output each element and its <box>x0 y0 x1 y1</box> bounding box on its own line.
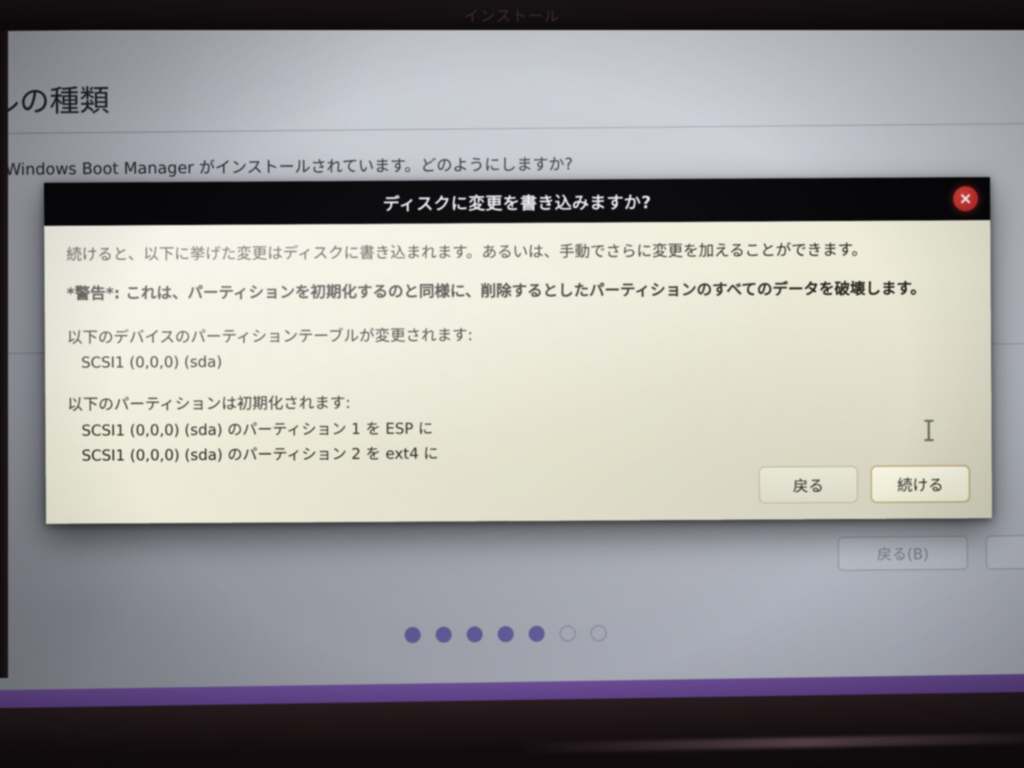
screen: ーールの種類 ーには Windows Boot Manager がインストールさ… <box>0 0 1024 768</box>
installer-lead-text: ーには Windows Boot Manager がインストールされています。ど… <box>0 154 574 180</box>
progress-dot <box>559 625 576 642</box>
text-cursor-icon <box>923 418 934 442</box>
dialog-back-button[interactable]: 戻る <box>758 465 858 504</box>
page-title: ーールの種類 <box>0 83 110 121</box>
dialog-continue-button[interactable]: 続ける <box>870 465 970 503</box>
screen-bezel-left <box>0 28 8 678</box>
progress-dot <box>590 625 607 642</box>
device-list-item: SCSI1 (0,0,0) (sda) <box>81 352 223 372</box>
progress-dot <box>528 625 545 642</box>
installer-next-button[interactable] <box>985 534 1024 570</box>
dialog-paragraph-intro: 続けると、以下に挙げた変更はディスクに書き込まれます。あるいは、手動でさらに変更… <box>66 240 868 264</box>
dialog-section-heading-device: 以下のデバイスのパーティションテーブルが変更されます: <box>66 325 473 347</box>
dialog-paragraph-warning: *警告*: これは、パーティションを初期化するのと同様に、削除するとしたパーティ… <box>66 279 926 304</box>
dialog-body: 続けると、以下に挙げた変更はディスクに書き込まれます。あるいは、手動でさらに変更… <box>44 220 993 524</box>
progress-dot <box>497 626 514 643</box>
progress-dot <box>466 626 483 643</box>
title-divider <box>0 122 1024 135</box>
write-changes-dialog: ディスクに変更を書き込みますか? 続けると、以下に挙げた変更はディスクに書き込ま… <box>43 177 993 524</box>
progress-dots <box>404 625 607 644</box>
progress-dot <box>435 626 452 643</box>
dialog-section-heading-partitions: 以下のパーティションは初期化されます: <box>67 394 351 415</box>
partition-list-item: SCSI1 (0,0,0) (sda) のパーティション 1 を ESP に <box>81 419 434 440</box>
progress-dot <box>404 626 421 644</box>
dialog-titlebar: ディスクに変更を書き込みますか? <box>43 177 991 226</box>
window-title: インストール <box>464 7 560 25</box>
installer-back-button[interactable]: 戻る(B) <box>837 535 969 571</box>
partition-list-item: SCSI1 (0,0,0) (sda) のパーティション 2 を ext4 に <box>81 444 439 465</box>
close-icon[interactable] <box>953 186 979 212</box>
dialog-actions: 戻る 続ける <box>758 465 970 504</box>
dialog-title: ディスクに変更を書き込みますか? <box>382 193 652 215</box>
